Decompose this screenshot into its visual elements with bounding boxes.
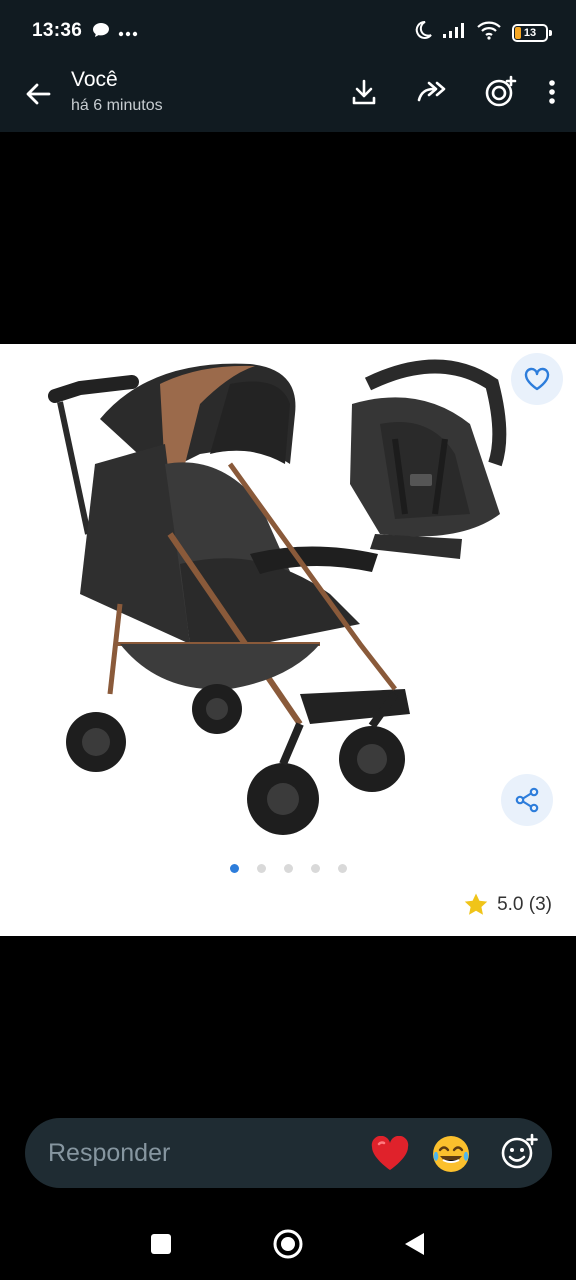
signal-icon bbox=[442, 21, 466, 44]
square-icon bbox=[151, 1234, 171, 1254]
react-laugh-button[interactable] bbox=[429, 1132, 473, 1176]
status-image[interactable] bbox=[0, 344, 576, 936]
more-notifications-icon bbox=[118, 24, 138, 42]
more-options-button[interactable] bbox=[542, 72, 562, 112]
carousel-indicator bbox=[230, 864, 347, 873]
reply-bar[interactable]: Responder bbox=[25, 1118, 552, 1188]
add-emoji-icon bbox=[501, 1133, 538, 1169]
more-vert-icon bbox=[549, 80, 555, 104]
contact-name: Você bbox=[71, 68, 118, 91]
red-heart-emoji-icon bbox=[371, 1136, 409, 1170]
carousel-dot bbox=[311, 864, 320, 873]
status-viewer-header: Você há 6 minutos bbox=[0, 64, 576, 132]
add-status-button[interactable] bbox=[482, 72, 518, 112]
battery-icon: 13 bbox=[512, 23, 552, 42]
status-bar: 13:36 13 bbox=[0, 0, 576, 64]
carousel-dot bbox=[257, 864, 266, 873]
carousel-dot bbox=[338, 864, 347, 873]
star-icon bbox=[464, 893, 488, 915]
battery-level: 13 bbox=[523, 26, 537, 39]
stroller-product-image bbox=[48, 359, 507, 835]
recents-button[interactable] bbox=[145, 1228, 177, 1260]
rating-value: 5.0 (3) bbox=[497, 894, 552, 915]
share-icon bbox=[515, 787, 539, 813]
status-timestamp: há 6 minutos bbox=[71, 97, 163, 114]
favorite-button[interactable] bbox=[511, 353, 563, 405]
forward-button[interactable] bbox=[414, 72, 450, 112]
chat-bubble-icon bbox=[92, 22, 110, 43]
reply-input[interactable]: Responder bbox=[48, 1139, 170, 1168]
triangle-back-icon bbox=[405, 1233, 424, 1255]
arrow-back-icon bbox=[26, 83, 51, 105]
share-button[interactable] bbox=[501, 774, 553, 826]
system-nav-bar bbox=[0, 1210, 576, 1280]
tears-of-joy-emoji-icon bbox=[433, 1136, 469, 1172]
moon-icon bbox=[414, 20, 432, 45]
download-button[interactable] bbox=[346, 72, 382, 112]
add-status-icon bbox=[485, 75, 517, 107]
carousel-dot bbox=[284, 864, 293, 873]
back-button[interactable] bbox=[20, 76, 56, 112]
carousel-dot-active bbox=[230, 864, 239, 873]
heart-outline-icon bbox=[524, 367, 550, 391]
status-time: 13:36 bbox=[32, 20, 83, 41]
forward-icon bbox=[417, 81, 446, 102]
car-seat-illustration bbox=[350, 359, 507, 559]
add-reaction-button[interactable] bbox=[499, 1132, 539, 1172]
download-icon bbox=[352, 79, 376, 105]
circle-icon bbox=[273, 1229, 303, 1259]
product-rating: 5.0 (3) bbox=[463, 892, 552, 918]
wifi-icon bbox=[476, 20, 502, 45]
system-back-button[interactable] bbox=[398, 1228, 430, 1260]
home-button[interactable] bbox=[272, 1228, 304, 1260]
react-heart-button[interactable] bbox=[368, 1132, 412, 1176]
